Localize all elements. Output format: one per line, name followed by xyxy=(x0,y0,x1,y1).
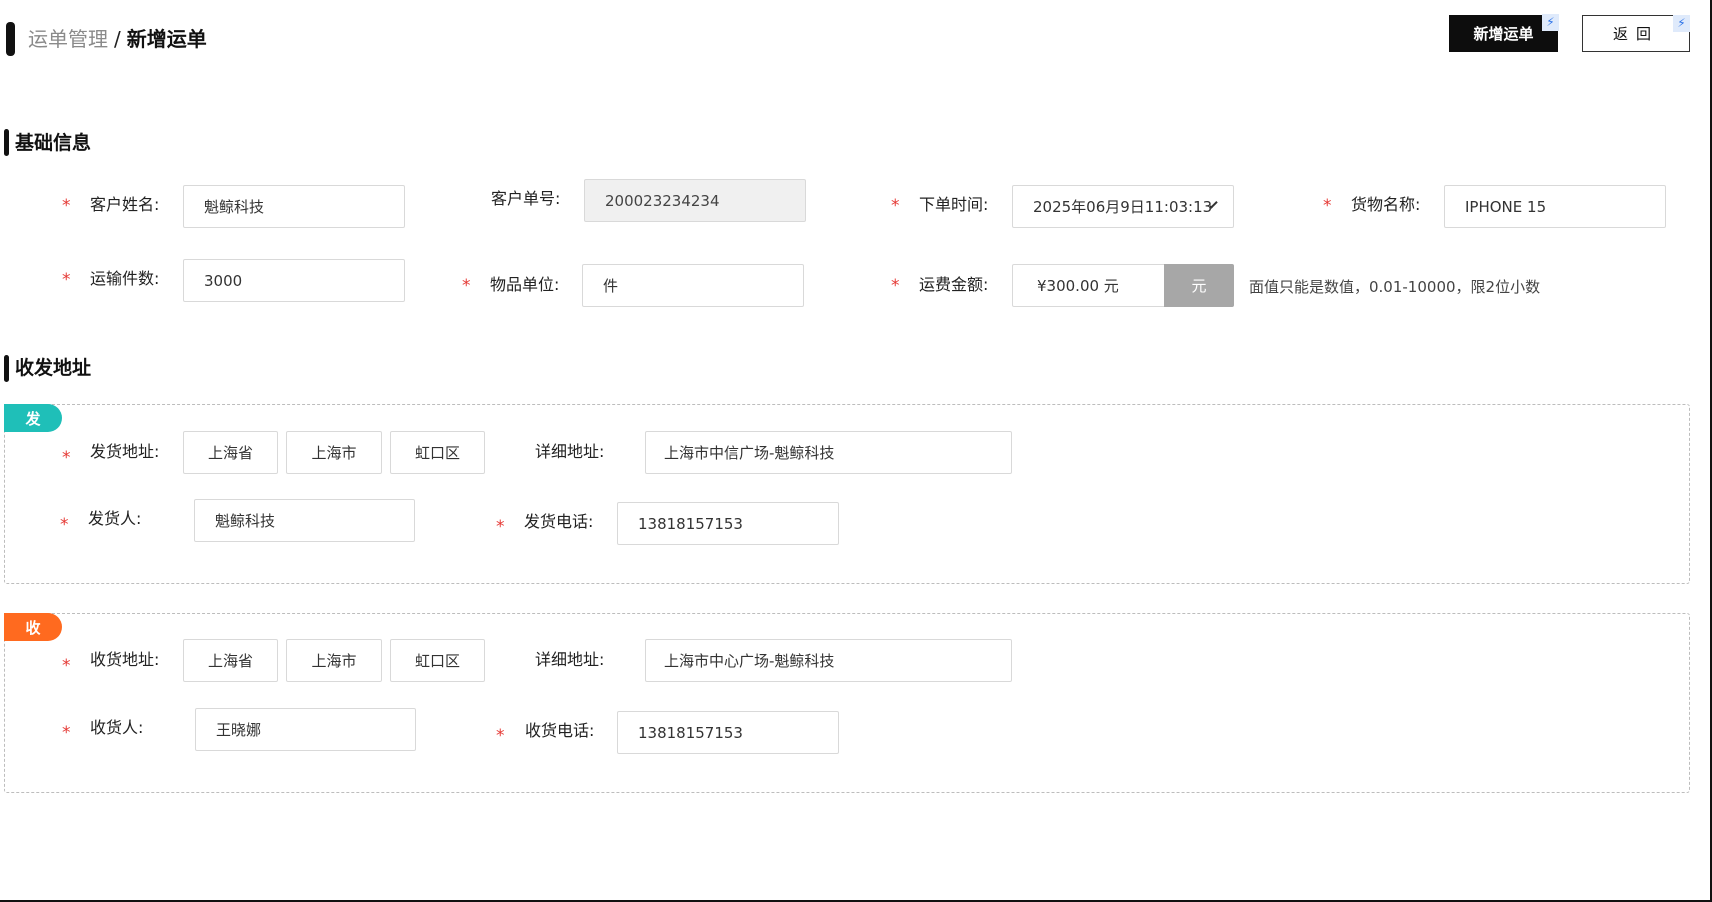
quantity-input[interactable]: 3000 xyxy=(183,259,405,302)
quantity-label: 运输件数: xyxy=(90,269,160,288)
sender-district-select[interactable]: 虹口区 xyxy=(390,431,485,474)
required-mark: * xyxy=(62,656,71,676)
customer-name-label: 客户姓名: xyxy=(90,195,160,214)
back-button[interactable]: 返回 ⚡ xyxy=(1582,15,1690,52)
receiver-district-select[interactable]: 虹口区 xyxy=(390,639,485,682)
order-time-label: 下单时间: xyxy=(919,195,989,214)
receiver-province-select[interactable]: 上海省 xyxy=(183,639,278,682)
required-mark: * xyxy=(891,196,900,216)
back-label: 返回 xyxy=(1612,25,1659,43)
receiver-phone-label: 收货电话: xyxy=(525,721,595,740)
goods-name-label: 货物名称: xyxy=(1351,195,1421,214)
sender-detail-label: 详细地址: xyxy=(535,442,605,461)
add-waybill-label: 新增运单 xyxy=(1473,25,1534,43)
section-title-basic: 基础信息 xyxy=(15,132,92,154)
lightning-icon: ⚡ xyxy=(1673,15,1690,32)
breadcrumb-current: 新增运单 xyxy=(126,27,207,51)
freight-hint: 面值只能是数值，0.01-10000，限2位小数 xyxy=(1249,278,1541,296)
sender-phone-label: 发货电话: xyxy=(524,512,594,531)
receiver-tag: 收 xyxy=(4,613,62,641)
currency-unit-button[interactable]: 元 xyxy=(1164,264,1234,307)
required-mark: * xyxy=(62,270,71,290)
add-waybill-button[interactable]: 新增运单 ⚡ xyxy=(1449,14,1559,52)
lightning-icon: ⚡ xyxy=(1542,14,1559,31)
required-mark: * xyxy=(891,276,900,296)
receiver-address-label: 收货地址: xyxy=(90,650,160,669)
required-mark: * xyxy=(60,515,69,535)
sender-person-input[interactable]: 魁鲸科技 xyxy=(194,499,415,542)
sender-province-select[interactable]: 上海省 xyxy=(183,431,278,474)
required-mark: * xyxy=(496,726,505,746)
order-time-picker[interactable]: 2025年06月9日11:03:13 xyxy=(1012,185,1234,228)
breadcrumb: 运单管理 / 新增运单 xyxy=(28,27,207,51)
goods-name-input[interactable]: IPHONE 15 xyxy=(1444,185,1666,228)
customer-no-label: 客户单号: xyxy=(491,189,561,208)
receiver-city-select[interactable]: 上海市 xyxy=(286,639,382,682)
breadcrumb-separator: / xyxy=(114,27,121,51)
required-mark: * xyxy=(462,276,471,296)
customer-no-input: 200023234234 xyxy=(584,179,806,222)
receiver-phone-input[interactable]: 13818157153 xyxy=(617,711,839,754)
section-title-address: 收发地址 xyxy=(15,357,92,379)
required-mark: * xyxy=(62,196,71,216)
breadcrumb-parent[interactable]: 运单管理 xyxy=(28,27,108,51)
section-marker xyxy=(4,355,9,382)
unit-label: 物品单位: xyxy=(490,275,560,294)
required-mark: * xyxy=(62,448,71,468)
required-mark: * xyxy=(496,517,505,537)
unit-input[interactable]: 件 xyxy=(582,264,804,307)
sender-detail-input[interactable]: 上海市中信广场-魁鲸科技 xyxy=(645,431,1012,474)
receiver-person-input[interactable]: 王晓娜 xyxy=(195,708,416,751)
receiver-detail-input[interactable]: 上海市中心广场-魁鲸科技 xyxy=(645,639,1012,682)
sender-person-label: 发货人: xyxy=(88,509,142,528)
sender-phone-input[interactable]: 13818157153 xyxy=(617,502,839,545)
order-time-value: 2025年06月9日11:03:13 xyxy=(1033,198,1213,216)
sender-tag: 发 xyxy=(4,404,62,432)
breadcrumb-marker xyxy=(6,22,15,56)
sender-address-label: 发货地址: xyxy=(90,442,160,461)
section-marker xyxy=(4,129,9,156)
freight-label: 运费金额: xyxy=(919,275,989,294)
receiver-person-label: 收货人: xyxy=(90,718,144,737)
sender-city-select[interactable]: 上海市 xyxy=(286,431,382,474)
customer-name-input[interactable]: 魁鲸科技 xyxy=(183,185,405,228)
required-mark: * xyxy=(62,723,71,743)
required-mark: * xyxy=(1323,196,1332,216)
freight-input[interactable]: ¥300.00 元 xyxy=(1012,264,1165,307)
receiver-detail-label: 详细地址: xyxy=(535,650,605,669)
